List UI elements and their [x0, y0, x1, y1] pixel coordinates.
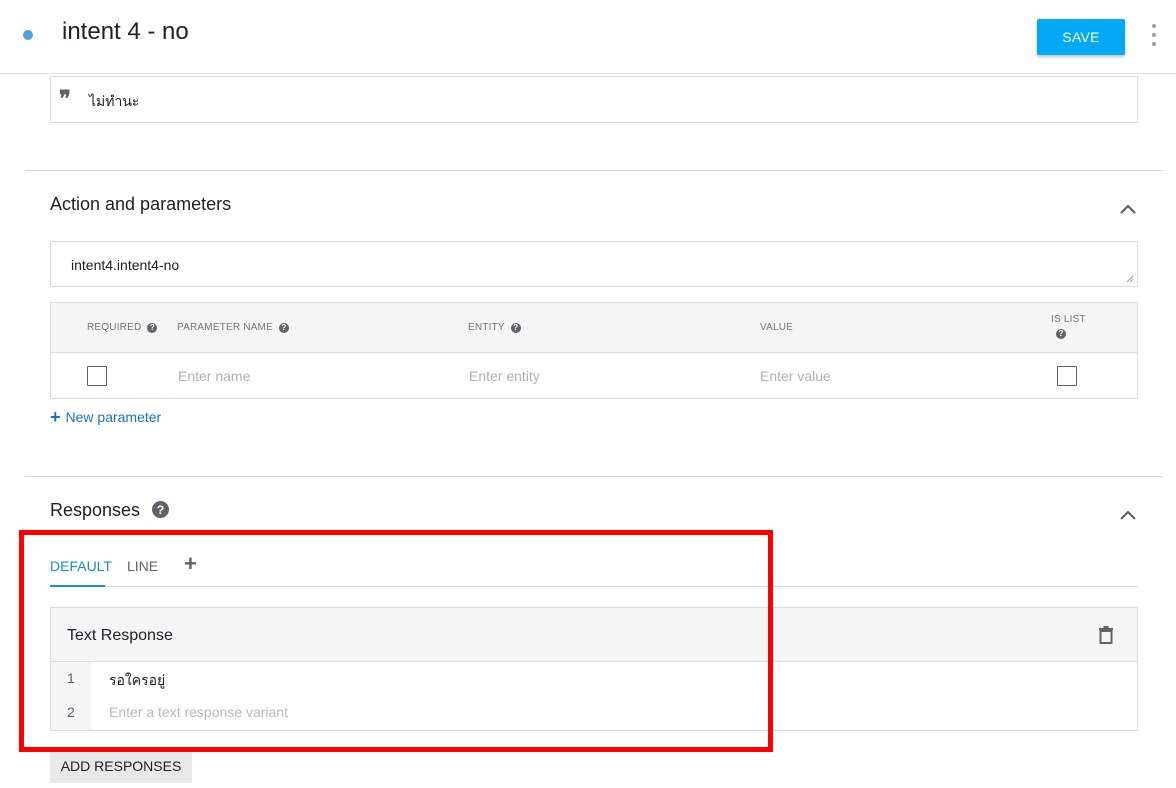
header-is-list: IS LIST ? — [1051, 314, 1086, 339]
tab-default[interactable]: DEFAULT — [50, 558, 112, 574]
action-input[interactable]: intent4.intent4-no — [50, 241, 1138, 287]
parameter-name-input[interactable]: Enter name — [178, 368, 250, 384]
active-tab-indicator — [50, 585, 105, 587]
training-phrase-row[interactable]: ❞ ไม่ทำนะ — [50, 76, 1138, 123]
parameter-table: REQUIRED ? PARAMETER NAME ? ENTITY ? VAL… — [50, 302, 1138, 399]
plus-icon: + — [50, 407, 61, 427]
section-divider — [25, 170, 1163, 171]
status-dot-icon — [23, 30, 33, 40]
is-list-checkbox[interactable] — [1057, 366, 1077, 386]
help-icon[interactable]: ? — [510, 322, 521, 333]
header-value: VALUE — [760, 322, 794, 333]
header-required: REQUIRED ? — [87, 322, 158, 333]
help-icon[interactable]: ? — [147, 322, 158, 333]
header-bar: intent 4 - no SAVE — [0, 0, 1176, 74]
trash-icon[interactable] — [1099, 626, 1113, 644]
new-parameter-link[interactable]: + New parameter — [50, 407, 161, 427]
help-icon[interactable]: ? — [278, 322, 289, 333]
action-value[interactable]: intent4.intent4-no — [71, 257, 179, 273]
header-entity: ENTITY ? — [468, 322, 521, 333]
chevron-up-icon[interactable] — [1119, 203, 1137, 215]
intent-title[interactable]: intent 4 - no — [62, 18, 189, 46]
quote-icon: ❞ — [59, 86, 71, 112]
value-input[interactable]: Enter value — [760, 368, 831, 384]
help-icon[interactable]: ? — [1056, 329, 1066, 339]
entity-input[interactable]: Enter entity — [469, 368, 540, 384]
section-divider — [25, 476, 1163, 477]
resize-handle-icon[interactable] — [1126, 275, 1134, 283]
training-phrase-text[interactable]: ไม่ทำนะ — [89, 91, 139, 113]
text-response-variant-input[interactable]: Enter a text response variant — [109, 704, 288, 720]
text-response-variant[interactable]: รอใครอยู่ — [109, 670, 165, 692]
responses-section-title: Responses — [50, 500, 141, 520]
help-icon[interactable]: ? — [152, 501, 169, 518]
required-checkbox[interactable] — [87, 366, 107, 386]
parameter-row: Enter name Enter entity Enter value — [51, 353, 1137, 399]
action-section-title: Action and parameters — [50, 194, 232, 214]
add-responses-button[interactable]: ADD RESPONSES — [50, 748, 192, 783]
parameter-table-header: REQUIRED ? PARAMETER NAME ? ENTITY ? VAL… — [51, 303, 1137, 353]
more-vert-icon[interactable] — [1148, 24, 1160, 46]
save-button[interactable]: SAVE — [1037, 19, 1125, 55]
text-response-title: Text Response — [67, 627, 173, 644]
row-number: 1 — [67, 670, 75, 686]
row-number: 2 — [67, 704, 75, 720]
add-tab-plus-icon[interactable]: + — [184, 553, 197, 575]
chevron-up-icon[interactable] — [1119, 509, 1137, 521]
response-tabs: DEFAULT LINE + — [50, 548, 1138, 587]
text-response-header: Text Response — [51, 608, 1137, 662]
tab-line[interactable]: LINE — [127, 558, 158, 574]
text-response-card: Text Response 1 รอใครอยู่ 2 Enter a text… — [50, 607, 1138, 731]
header-parameter-name: PARAMETER NAME ? — [177, 322, 289, 333]
